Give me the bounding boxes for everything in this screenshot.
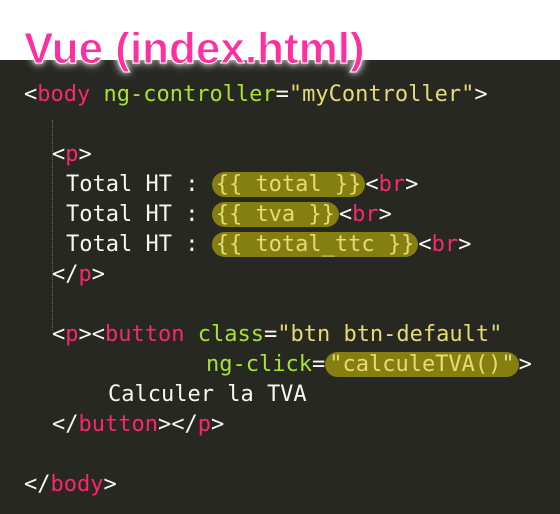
page-title: Vue (index.html) [24,24,366,74]
code-editor[interactable]: <body ng-controller="myController"> <p> … [0,60,560,514]
button-text: Calculer la TVA [108,382,307,407]
tag-p-close: p [78,262,92,287]
code-line-9: <p><button class="btn btn-default" [52,322,503,347]
tag-br: br [431,232,459,257]
highlight-calcule-tva: "calculeTVA()" [325,352,519,377]
tag-p-close: p [197,412,211,437]
tag-body-close: body [50,472,104,497]
tag-button: button [105,322,185,347]
tag-p: p [65,142,79,167]
code-line-14: </body> [24,472,117,497]
attr-value: "myController" [288,82,475,107]
attr-ng-click: ng-click [206,352,312,377]
attr-value: "btn btn-default" [277,322,503,347]
highlight-tva: {{ tva }} [211,202,339,227]
highlight-total: {{ total }} [211,172,366,197]
highlight-total-ttc: {{ total_ttc }} [211,232,419,257]
code-line-10: ng-click= "calculeTVA()" > [206,352,532,377]
tag-br: br [378,172,406,197]
code-line-1: <body ng-controller="myController"> [24,82,488,107]
code-line-3: <p> [52,142,92,167]
attr-ng-controller: ng-controller [103,82,276,107]
attr-class: class [197,322,264,347]
tag-button-close: button [78,412,158,437]
code-line-12: </button></p> [52,412,225,437]
code-line-6: Total HT : {{ total_ttc }} <br> [66,232,472,257]
tag-br: br [352,202,379,227]
tag-p: p [65,322,79,347]
code-line-11: Calculer la TVA [108,380,307,410]
code-line-5: Total HT : {{ tva }} <br> [66,202,392,227]
code-line-4: Total HT : {{ total }} <br> [66,172,419,197]
code-line-7: </p> [52,262,105,287]
tag-body: body [37,82,91,107]
